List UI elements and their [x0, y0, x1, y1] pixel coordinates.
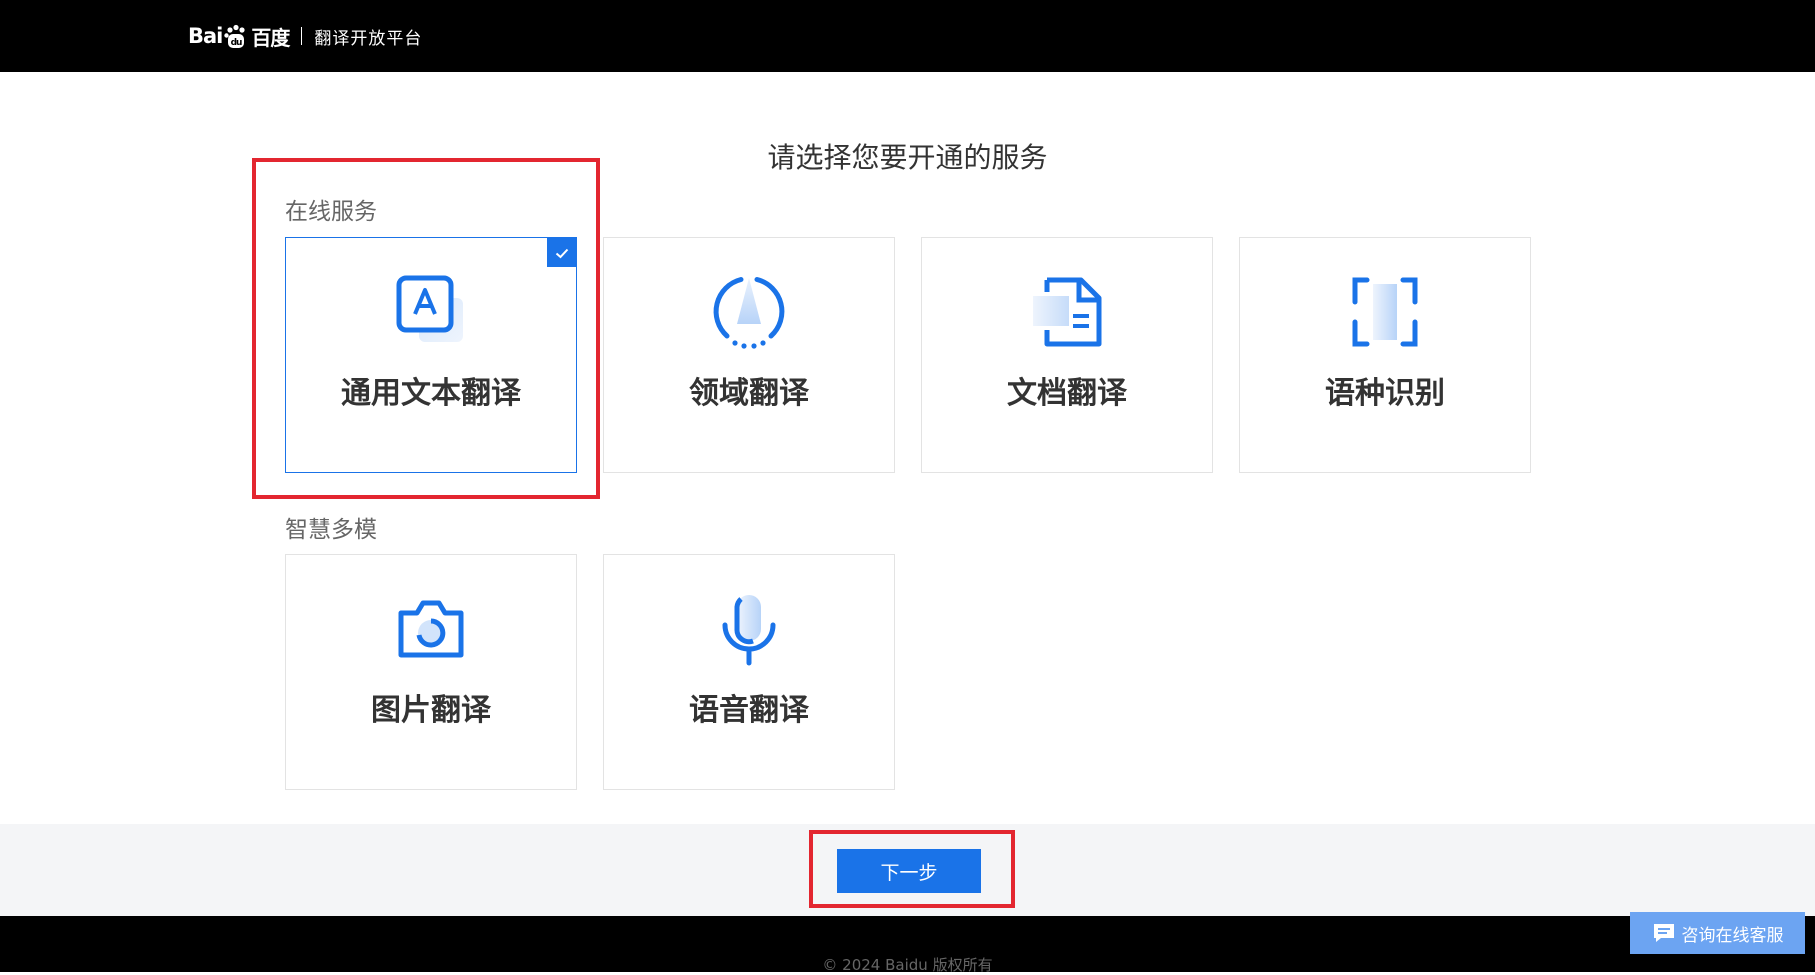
section-label-multimodal: 智慧多模 [285, 517, 377, 543]
card-label: 文档翻译 [1007, 376, 1127, 411]
card-label: 图片翻译 [371, 693, 491, 728]
platform-name: 翻译开放平台 [314, 28, 423, 49]
service-card-domain-translate[interactable]: 领域翻译 [603, 237, 895, 473]
top-header: Bai du 百度 翻译开放平台 [0, 0, 1815, 72]
service-card-language-detect[interactable]: 语种识别 [1239, 237, 1531, 473]
document-translate-icon [922, 274, 1212, 350]
paw-icon: du [223, 23, 249, 49]
chat-bubble-icon [1652, 922, 1676, 944]
logo-mark: Bai du 百度 [188, 22, 290, 51]
service-card-image-translate[interactable]: 图片翻译 [285, 554, 577, 790]
camera-icon [286, 591, 576, 667]
card-label: 通用文本翻译 [341, 376, 521, 411]
svg-text:du: du [231, 38, 242, 48]
page-title: 请选择您要开通的服务 [767, 141, 1048, 174]
microphone-icon [604, 591, 894, 667]
text-translate-icon [286, 274, 576, 350]
online-support-label: 咨询在线客服 [1681, 925, 1784, 946]
card-label: 语音翻译 [689, 693, 809, 728]
section-label-online: 在线服务 [285, 199, 377, 225]
next-step-button[interactable]: 下一步 [837, 849, 981, 893]
logo-text-en: Bai [188, 24, 223, 48]
language-detect-icon [1240, 274, 1530, 350]
service-card-speech-translate[interactable]: 语音翻译 [603, 554, 895, 790]
service-card-text-translate[interactable]: 通用文本翻译 [285, 237, 577, 473]
logo-text-cn: 百度 [251, 25, 290, 50]
check-icon [547, 238, 576, 267]
online-support-button[interactable]: 咨询在线客服 [1630, 912, 1805, 954]
logo-divider [301, 27, 303, 45]
card-label: 领域翻译 [689, 376, 809, 411]
card-label: 语种识别 [1325, 376, 1445, 411]
domain-translate-icon [604, 274, 894, 350]
baidu-logo[interactable]: Bai du 百度 翻译开放平台 [188, 18, 422, 54]
service-card-document-translate[interactable]: 文档翻译 [921, 237, 1213, 473]
